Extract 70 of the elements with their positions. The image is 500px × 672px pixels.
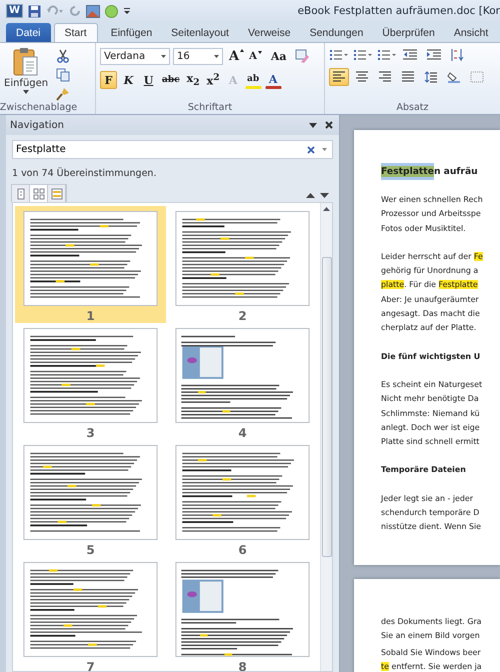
script-button[interactable]: x$_{2}$ xyxy=(184,71,202,89)
ribbon-tab[interactable]: Überprüfen xyxy=(376,23,441,42)
pages-view-tab[interactable] xyxy=(30,185,48,202)
group-label: Absatz xyxy=(396,102,428,113)
copy-icon[interactable] xyxy=(56,68,70,82)
close-icon[interactable] xyxy=(325,121,333,129)
grow-font-button[interactable]: A xyxy=(228,49,246,64)
ribbon-tab[interactable]: Ansicht xyxy=(448,23,494,42)
file-tab[interactable]: Datei xyxy=(6,23,51,42)
shading-icon xyxy=(447,71,461,83)
scroll-up-icon[interactable] xyxy=(323,207,330,211)
script-button[interactable]: x$^{2}$ xyxy=(204,71,222,89)
caret-icon xyxy=(214,55,219,58)
group-label: Zwischenablage xyxy=(0,102,78,113)
align-right-icon xyxy=(378,71,392,83)
bold-button[interactable]: F xyxy=(100,71,117,89)
ribbon-tab[interactable]: Sendungen xyxy=(304,23,370,42)
font-name-field[interactable]: Verdana xyxy=(100,48,170,65)
search-field[interactable]: Festplatte xyxy=(12,140,333,159)
ribbon-tab[interactable]: Einfügen xyxy=(104,23,158,42)
grid-icon xyxy=(32,188,44,200)
ribbon-tab[interactable]: Start xyxy=(54,23,98,42)
scissors-icon[interactable] xyxy=(56,49,70,63)
headings-view-tab[interactable] xyxy=(12,185,30,202)
underline-button[interactable]: U xyxy=(140,71,157,89)
borders-icon xyxy=(470,71,484,83)
picture-icon[interactable] xyxy=(86,4,100,18)
align-left-button[interactable] xyxy=(329,68,349,86)
results-view-tab[interactable] xyxy=(48,185,66,202)
pane-title: Navigation xyxy=(10,120,64,130)
up-triangle-icon xyxy=(240,49,244,52)
bullets-icon[interactable] xyxy=(329,48,349,62)
spacing-icon xyxy=(424,71,438,83)
shrink-font-button[interactable]: A xyxy=(248,51,263,62)
result-count: 1 von 74 Übereinstimmungen. xyxy=(11,166,158,179)
document-icon xyxy=(14,188,26,200)
search-options-caret-icon[interactable] xyxy=(322,148,327,151)
list-icon xyxy=(50,188,62,200)
next-result-icon[interactable] xyxy=(320,193,329,198)
color-button[interactable]: A xyxy=(264,71,282,89)
align-left-icon xyxy=(332,71,346,83)
multilevel-icon[interactable] xyxy=(377,48,397,62)
ribbon-tab[interactable]: Verweise xyxy=(242,23,297,42)
page-thumbnail[interactable]: 1 xyxy=(15,206,166,323)
customize-caret-icon[interactable] xyxy=(123,7,132,15)
clear-search-icon[interactable] xyxy=(307,146,315,154)
caret-icon xyxy=(23,90,30,94)
ribbon-tab[interactable]: Seitenlayout xyxy=(165,23,235,42)
change-case-button[interactable]: Aa xyxy=(270,50,288,63)
window-title: eBook Festplatten aufräumen.doc [Kor xyxy=(298,5,500,17)
clipboard-icon xyxy=(13,47,40,77)
paste-button[interactable]: Einfügen xyxy=(4,47,48,94)
save-icon[interactable] xyxy=(28,4,42,18)
italic-button[interactable]: K xyxy=(120,71,137,89)
font-size-field[interactable]: 16 xyxy=(173,48,223,65)
align-center-icon xyxy=(355,71,369,83)
clear-formatting-icon[interactable] xyxy=(294,49,310,64)
caret-icon xyxy=(161,55,166,58)
format-painter-icon[interactable] xyxy=(56,87,70,101)
numbering-icon[interactable] xyxy=(353,48,373,62)
strike-button[interactable]: abc xyxy=(160,71,182,89)
word-logo: W xyxy=(6,4,24,18)
group-label: Schriftart xyxy=(188,102,232,113)
previous-result-icon[interactable] xyxy=(306,193,315,198)
scrollbar[interactable] xyxy=(320,203,332,671)
justify-icon xyxy=(401,71,415,83)
document-title: Festplatten aufräu xyxy=(381,165,478,179)
pane-options-caret-icon[interactable] xyxy=(309,122,317,128)
down-triangle-icon xyxy=(258,51,262,54)
highlight-button[interactable]: ab xyxy=(244,71,262,89)
